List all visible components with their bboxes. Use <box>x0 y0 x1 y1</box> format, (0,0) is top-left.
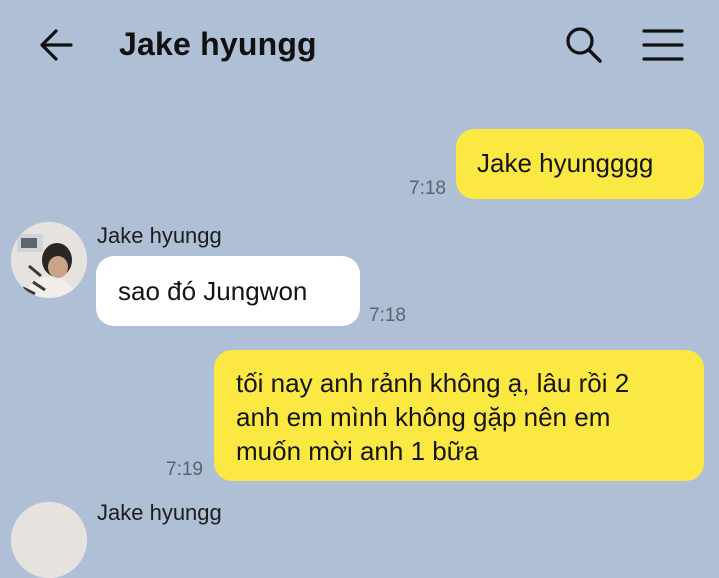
chat-header: Jake hyungg <box>0 0 719 90</box>
message-time: 7:18 <box>369 305 406 326</box>
message-text: sao đó Jungwon <box>118 276 308 306</box>
profile-photo-icon <box>11 502 87 578</box>
arrow-left-icon <box>40 29 73 61</box>
message-time: 7:19 <box>166 459 203 480</box>
message-text-line: tối nay anh rảnh không ạ, lâu rồi 2 <box>236 368 630 398</box>
sender-name: Jake hyungg <box>97 500 222 525</box>
message-bubble-sent[interactable]: Jake hyungggg <box>456 129 704 199</box>
search-icon <box>566 27 602 63</box>
avatar[interactable] <box>11 502 87 578</box>
search-button[interactable] <box>561 22 607 68</box>
avatar[interactable] <box>11 222 87 298</box>
message-time: 7:18 <box>409 178 446 199</box>
chat-title: Jake hyungg <box>119 26 317 62</box>
message-bubble-sent[interactable]: tối nay anh rảnh không ạ, lâu rồi 2 anh … <box>214 350 704 481</box>
message-text-line: anh em mình không gặp nên em <box>236 402 611 432</box>
menu-icon <box>642 29 684 61</box>
menu-button[interactable] <box>640 24 686 66</box>
message-bubble-received[interactable]: sao đó Jungwon <box>96 256 360 326</box>
back-button[interactable] <box>36 24 78 66</box>
message-text: Jake hyungggg <box>477 148 654 178</box>
profile-photo-icon <box>11 222 87 298</box>
message-text-line: muốn mời anh 1 bữa <box>236 436 479 466</box>
sender-name: Jake hyungg <box>97 223 222 248</box>
